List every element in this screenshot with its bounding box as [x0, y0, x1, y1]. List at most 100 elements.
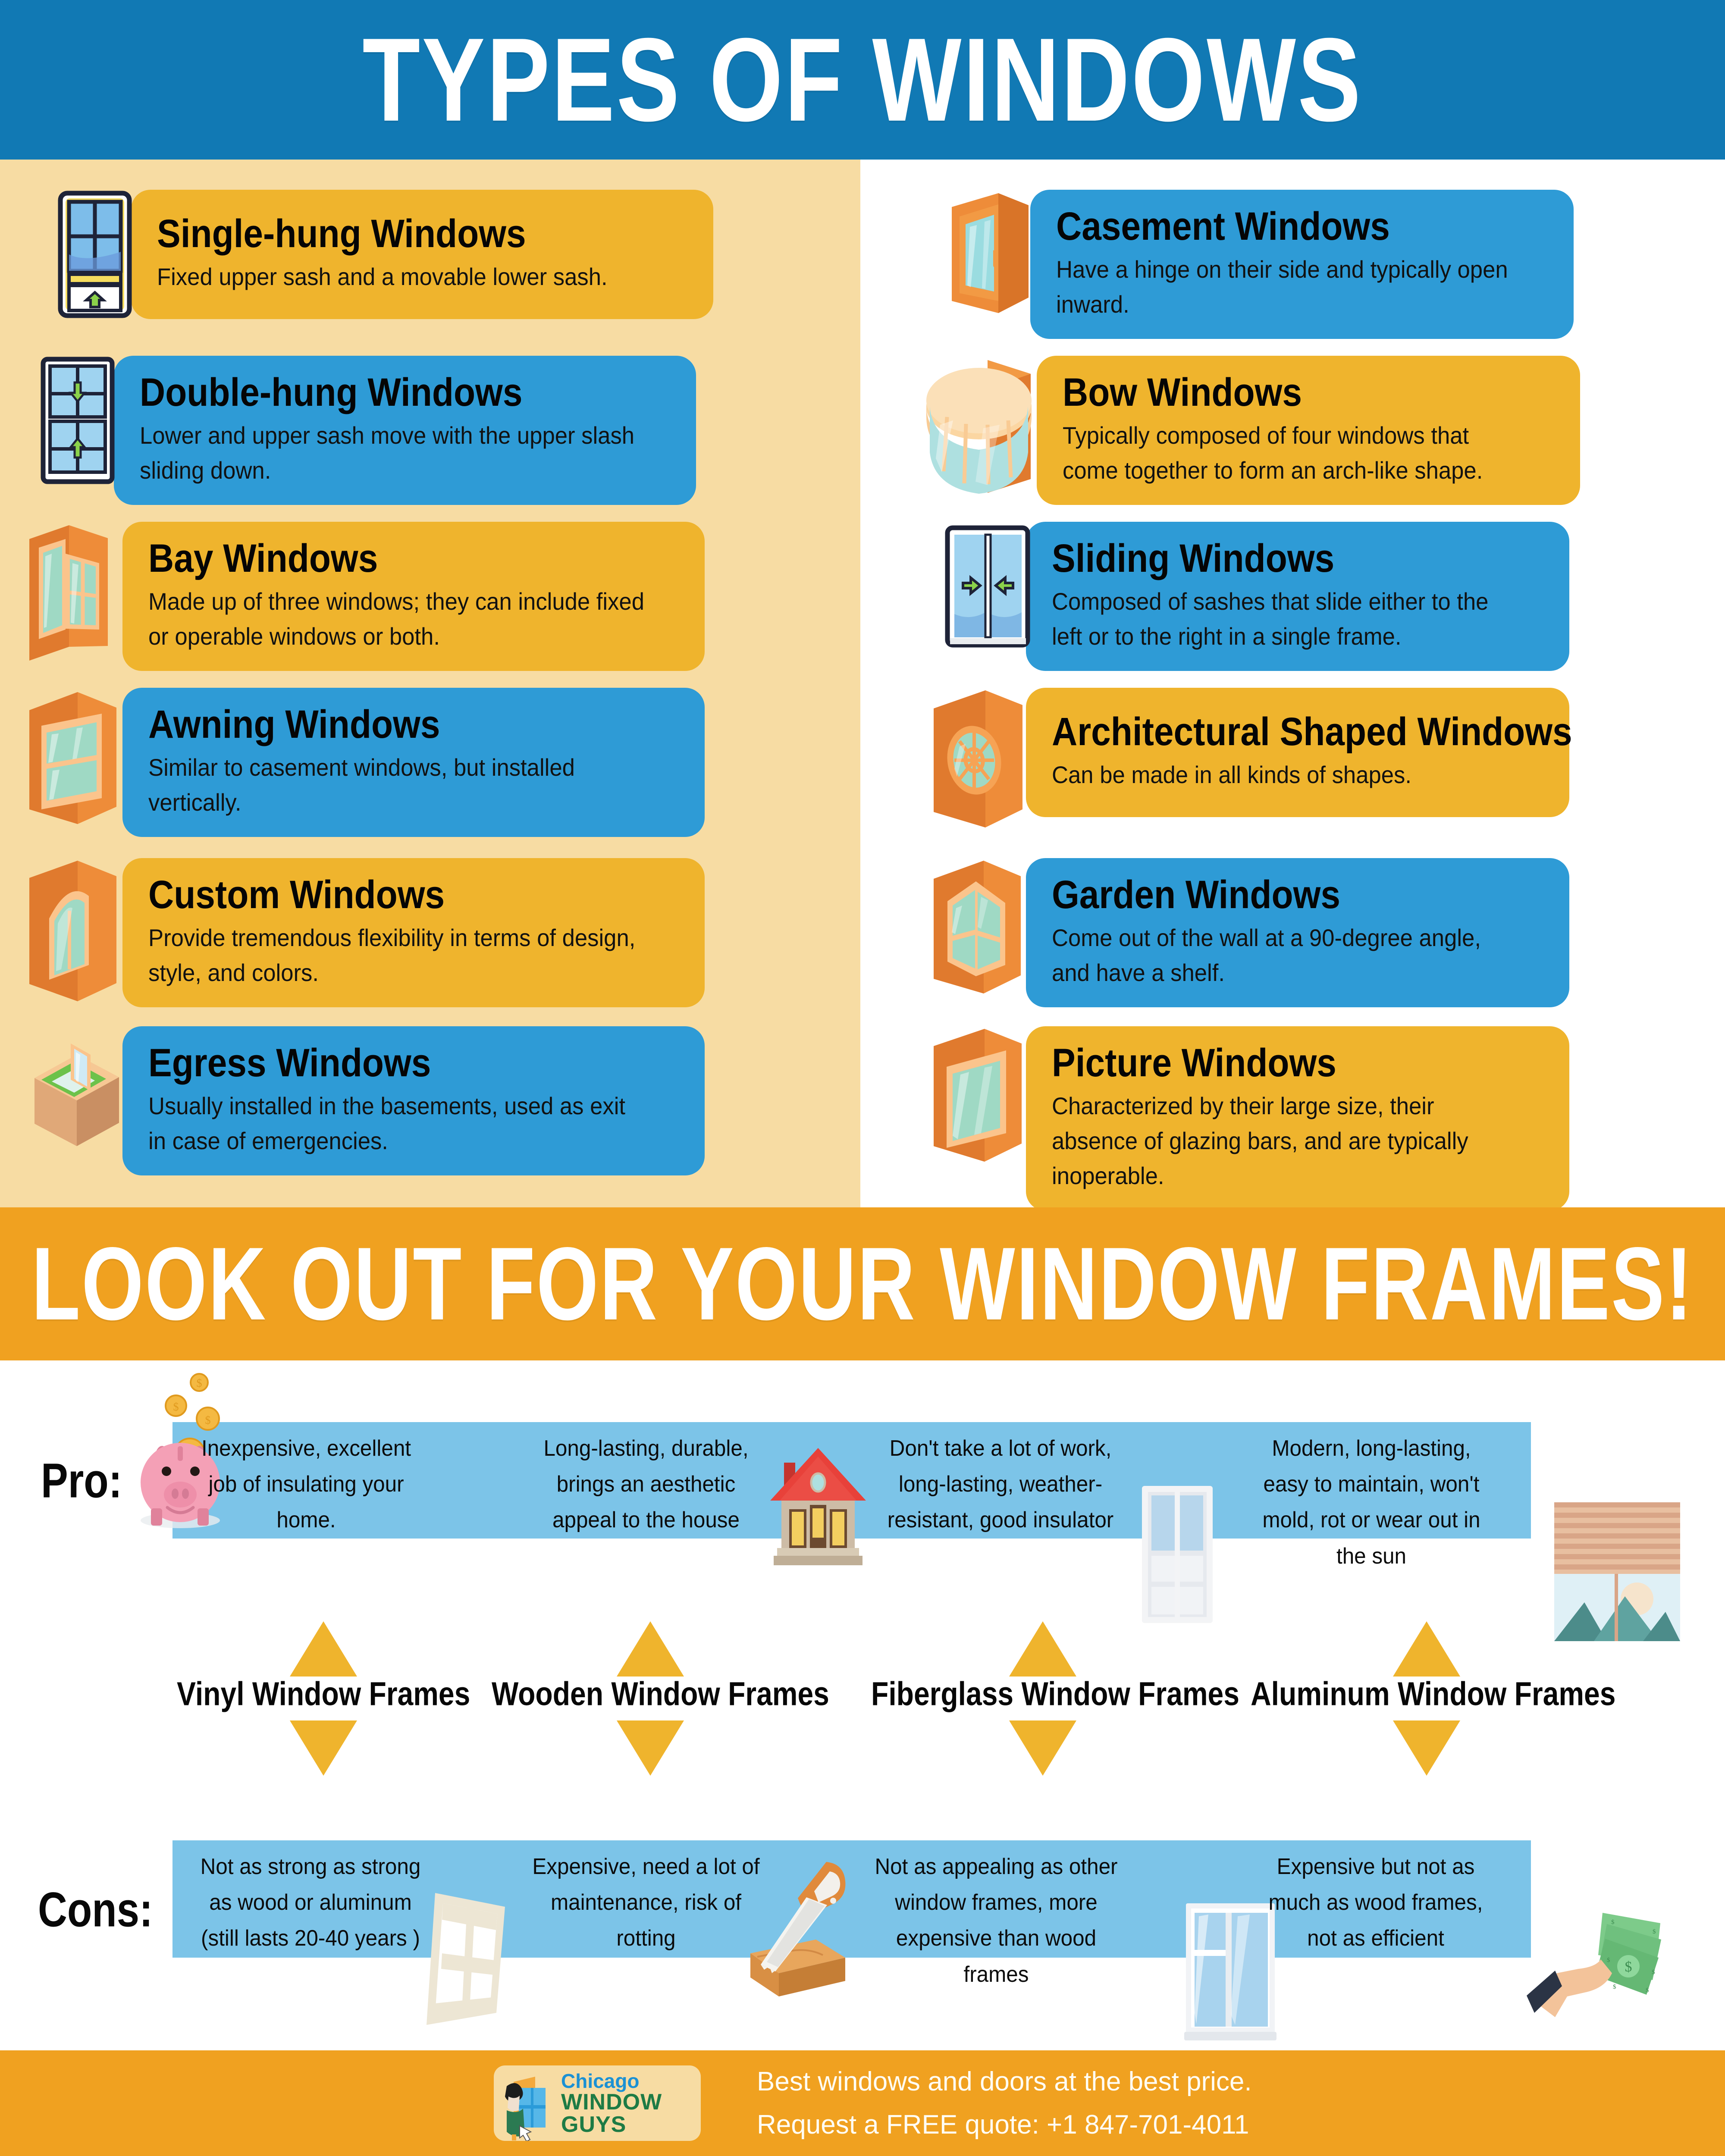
svg-text:$: $ — [1607, 1957, 1610, 1964]
window-type-card[interactable]: Awning Windows Similar to casement windo… — [122, 688, 705, 837]
con-text: Expensive, need a lot of maintenance, ri… — [532, 1854, 760, 1951]
bow-window-icon — [923, 356, 1048, 500]
garden-window-icon — [929, 858, 1037, 998]
pro-text: Long-lasting, durable, brings an aesthet… — [543, 1436, 749, 1533]
footer-banner: Chicago WINDOW GUYS Best windows and doo… — [0, 2050, 1725, 2156]
card-title: Double-hung Windows — [140, 370, 523, 415]
frame-name: Vinyl Window Frames — [177, 1675, 470, 1712]
logo-line-2: WINDOW GUYS — [561, 2089, 662, 2137]
header-banner: TYPES OF WINDOWS — [0, 0, 1725, 160]
svg-text:$: $ — [1625, 1959, 1632, 1975]
double-hung-window-icon — [39, 356, 125, 487]
window-type-card[interactable]: Sliding Windows Composed of sashes that … — [1026, 522, 1569, 671]
svg-text:$: $ — [1652, 1969, 1655, 1976]
card-description: Provide tremendous flexibility in terms … — [148, 924, 636, 987]
card-title: Bay Windows — [148, 536, 378, 581]
awning-window-icon — [26, 688, 134, 832]
window-types-section: Single-hung Windows Fixed upper sash and… — [0, 160, 1725, 1211]
footer-tagline-line-1: Best windows and doors at the best price… — [757, 2067, 1252, 2097]
list-item[interactable]: Single-hung Windows Fixed upper sash and… — [56, 190, 713, 321]
arrow-up-icon — [290, 1621, 357, 1677]
sliding-window-icon — [942, 522, 1037, 653]
bay-window-icon — [26, 522, 134, 666]
blinds-window-icon — [1552, 1501, 1682, 1645]
custom-arched-window-icon — [26, 858, 134, 1007]
list-item[interactable]: Awning Windows Similar to casement windo… — [26, 688, 705, 837]
card-description: Have a hinge on their side and typically… — [1056, 256, 1508, 318]
window-type-card[interactable]: Egress Windows Usually installed in the … — [122, 1026, 705, 1176]
card-description: Typically composed of four windows that … — [1063, 422, 1483, 484]
card-title: Architectural Shaped Windows — [1052, 710, 1572, 754]
con-text: Not as appealing as other window frames,… — [875, 1854, 1118, 1987]
card-description: Usually installed in the basements, used… — [148, 1092, 626, 1155]
list-item[interactable]: Garden Windows Come out of the wall at a… — [929, 858, 1569, 1008]
card-title: Garden Windows — [1052, 873, 1340, 917]
window-type-card[interactable]: Picture Windows Characterized by their l… — [1026, 1026, 1569, 1211]
picture-window-icon — [929, 1026, 1037, 1166]
frame-name: Aluminum Window Frames — [1251, 1675, 1616, 1712]
list-item[interactable]: Custom Windows Provide tremendous flexib… — [26, 858, 705, 1008]
window-type-card[interactable]: Double-hung Windows Lower and upper sash… — [114, 356, 696, 505]
house-icon — [764, 1440, 872, 1572]
window-type-card[interactable]: Bow Windows Typically composed of four w… — [1037, 356, 1580, 505]
frame-name: Fiberglass Window Frames — [871, 1675, 1239, 1712]
arrow-down-icon — [290, 1720, 357, 1776]
white-window-icon — [420, 1889, 524, 2029]
cons-label: Cons: — [38, 1882, 153, 1937]
card-description: Composed of sashes that slide either to … — [1052, 588, 1489, 650]
fiberglass-window-icon — [1138, 1483, 1216, 1628]
arrow-up-icon — [1009, 1621, 1076, 1677]
card-title: Bow Windows — [1063, 370, 1302, 415]
frames-banner: LOOK OUT FOR YOUR WINDOW FRAMES! — [0, 1207, 1725, 1360]
footer-tagline: Best windows and doors at the best price… — [757, 2060, 1252, 2146]
card-title: Sliding Windows — [1052, 536, 1335, 581]
con-text: Expensive but not as much as wood frames… — [1268, 1854, 1483, 1951]
card-title: Custom Windows — [148, 873, 445, 917]
card-description: Characterized by their large size, their… — [1052, 1092, 1468, 1190]
window-type-card[interactable]: Custom Windows Provide tremendous flexib… — [122, 858, 705, 1008]
pro-text: Don't take a lot of work, long-lasting, … — [887, 1436, 1114, 1533]
list-item[interactable]: Bow Windows Typically composed of four w… — [923, 356, 1580, 505]
window-type-card[interactable]: Casement Windows Have a hinge on their s… — [1030, 190, 1574, 339]
con-text: Not as strong as strong as wood or alumi… — [200, 1854, 421, 1951]
list-item[interactable]: Casement Windows Have a hinge on their s… — [942, 190, 1574, 339]
card-title: Picture Windows — [1052, 1041, 1336, 1085]
svg-text:$: $ — [205, 1414, 211, 1426]
card-title: Awning Windows — [148, 702, 440, 747]
card-description: Fixed upper sash and a movable lower sas… — [157, 263, 608, 291]
list-item[interactable]: Egress Windows Usually installed in the … — [26, 1026, 705, 1176]
single-hung-window-icon — [56, 190, 142, 321]
arrow-up-icon — [617, 1621, 684, 1677]
list-item[interactable]: Architectural Shaped Windows Can be made… — [929, 688, 1572, 832]
svg-text:$: $ — [173, 1401, 179, 1413]
list-item[interactable]: Bay Windows Made up of three windows; th… — [26, 522, 705, 671]
card-title: Egress Windows — [148, 1041, 431, 1085]
card-description: Lower and upper sash move with the upper… — [140, 422, 635, 484]
card-title: Casement Windows — [1056, 204, 1390, 249]
window-type-card[interactable]: Single-hung Windows Fixed upper sash and… — [131, 190, 713, 319]
footer-tagline-line-2: Request a FREE quote: +1 847-701-4011 — [757, 2109, 1249, 2140]
frames-banner-title: LOOK OUT FOR YOUR WINDOW FRAMES! — [31, 1226, 1694, 1342]
arrow-down-icon — [1393, 1720, 1460, 1776]
company-logo[interactable]: Chicago WINDOW GUYS — [494, 2065, 701, 2141]
page-title: TYPES OF WINDOWS — [362, 13, 1363, 146]
list-item[interactable]: Picture Windows Characterized by their l… — [929, 1026, 1569, 1211]
svg-text:$: $ — [197, 1377, 202, 1389]
list-item[interactable]: Sliding Windows Composed of sashes that … — [942, 522, 1569, 671]
frame-name: Wooden Window Frames — [492, 1675, 829, 1712]
svg-text:$: $ — [1613, 1984, 1616, 1990]
round-architectural-window-icon — [929, 688, 1037, 832]
arrow-down-icon — [617, 1720, 684, 1776]
window-type-card[interactable]: Bay Windows Made up of three windows; th… — [122, 522, 705, 671]
arrow-up-icon — [1393, 1621, 1460, 1677]
svg-text:$: $ — [1653, 1928, 1656, 1935]
list-item[interactable]: Double-hung Windows Lower and upper sash… — [39, 356, 696, 505]
hand-holding-money-icon: $ $ $ $ $ $ $ — [1527, 1897, 1669, 2029]
pro-label: Pro: — [41, 1453, 122, 1508]
card-description: Come out of the wall at a 90-degree angl… — [1052, 924, 1481, 987]
card-description: Made up of three windows; they can inclu… — [148, 588, 644, 650]
logo-line-1: Chicago — [561, 2069, 640, 2092]
window-type-card[interactable]: Architectural Shaped Windows Can be made… — [1026, 688, 1572, 817]
pro-text: Inexpensive, excellent job of insulating… — [201, 1436, 411, 1533]
window-type-card[interactable]: Garden Windows Come out of the wall at a… — [1026, 858, 1569, 1008]
